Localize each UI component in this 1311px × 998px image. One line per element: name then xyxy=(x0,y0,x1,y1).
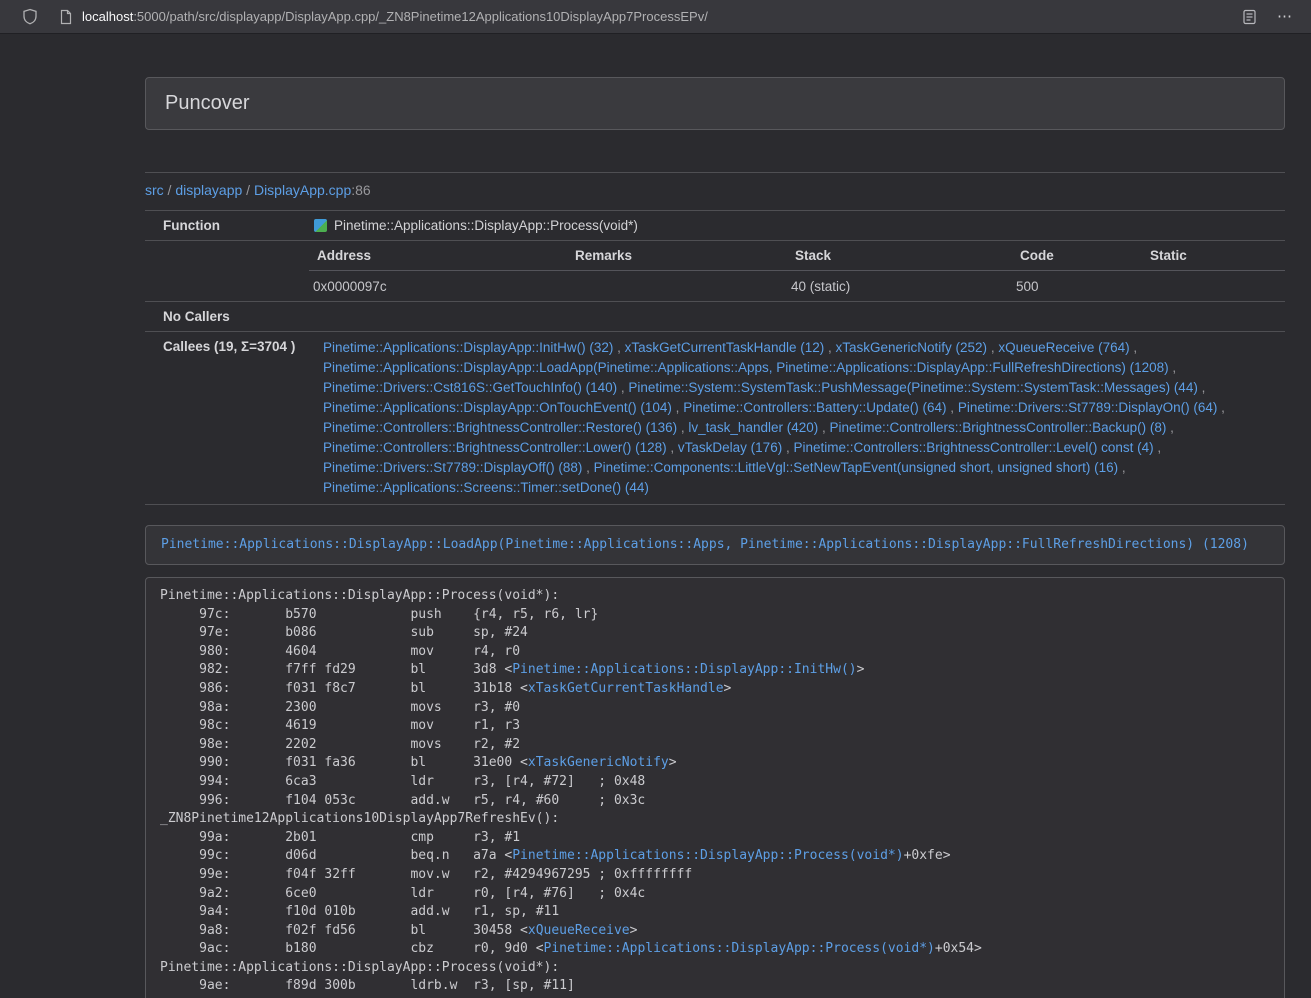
disasm-symbol-link[interactable]: xTaskGenericNotify xyxy=(528,755,669,770)
callee-link[interactable]: Pinetime::Drivers::St7789::DisplayOff() … xyxy=(323,460,582,475)
callees-list: Pinetime::Applications::DisplayApp::Init… xyxy=(323,340,1225,495)
toolbar-right-icons: ⋯ xyxy=(1242,9,1311,25)
disasm-symbol-link[interactable]: xTaskGetCurrentTaskHandle xyxy=(528,681,724,696)
stats-header-code: Code xyxy=(1012,241,1142,271)
stats-value-row: 0x0000097c 40 (static)500 xyxy=(309,271,1285,302)
disasm-symbol-link[interactable]: Pinetime::Applications::DisplayApp::Proc… xyxy=(544,941,935,956)
callees-cell: Pinetime::Applications::DisplayApp::Init… xyxy=(301,332,1285,505)
callee-link[interactable]: Pinetime::Drivers::St7789::DisplayOn() (… xyxy=(958,400,1218,415)
stats-header-row: AddressRemarksStackCodeStatic xyxy=(309,241,1285,271)
no-callers-row: No Callers xyxy=(145,302,1285,332)
highlighted-symbol-panel: Pinetime::Applications::DisplayApp::Load… xyxy=(145,525,1285,565)
url-host: localhost xyxy=(82,9,133,24)
callee-link[interactable]: Pinetime::Controllers::Battery::Update()… xyxy=(683,400,946,415)
disasm-symbol-link[interactable]: Pinetime::Applications::DisplayApp::Proc… xyxy=(512,848,903,863)
callee-link[interactable]: Pinetime::Controllers::BrightnessControl… xyxy=(793,440,1153,455)
symbol-type-icon xyxy=(314,219,327,232)
stats-value: 500 xyxy=(1012,271,1142,302)
stats-header-static: Static xyxy=(1142,241,1285,271)
callee-separator: , xyxy=(613,340,624,355)
breadcrumb-link[interactable]: DisplayApp.cpp xyxy=(254,182,351,198)
stats-header-stack: Stack xyxy=(787,241,1012,271)
breadcrumb: src / displayapp / DisplayApp.cpp:86 xyxy=(145,180,1285,200)
tracking-protection-shield-icon[interactable] xyxy=(22,8,38,25)
callee-separator: , xyxy=(677,420,688,435)
callee-link[interactable]: Pinetime::Controllers::BrightnessControl… xyxy=(830,420,1167,435)
stats-value: 0x0000097c xyxy=(309,271,567,302)
stats-value xyxy=(567,271,787,302)
breadcrumb-separator: / xyxy=(242,182,254,198)
callee-separator: , xyxy=(1198,380,1206,395)
breadcrumb-link[interactable]: displayapp xyxy=(175,182,242,198)
callee-separator: , xyxy=(1169,360,1177,375)
breadcrumb-line-number: :86 xyxy=(351,182,370,198)
no-callers-cell xyxy=(301,302,1285,332)
stats-table: AddressRemarksStackCodeStatic 0x0000097c… xyxy=(309,241,1285,301)
callee-link[interactable]: Pinetime::Components::LittleVgl::SetNewT… xyxy=(594,460,1119,475)
stats-row-spacer xyxy=(145,241,301,302)
callee-link[interactable]: Pinetime::Applications::DisplayApp::Load… xyxy=(323,360,1169,375)
callee-separator: , xyxy=(667,440,678,455)
callee-link[interactable]: Pinetime::Controllers::BrightnessControl… xyxy=(323,440,667,455)
url-bar[interactable]: localhost:5000/path/src/displayapp/Displ… xyxy=(82,9,708,24)
callees-row: Callees (19, Σ=3704 ) Pinetime::Applicat… xyxy=(145,332,1285,505)
callee-separator: , xyxy=(1154,440,1162,455)
function-row: Function Pinetime::Applications::Display… xyxy=(145,211,1285,241)
function-table: Function Pinetime::Applications::Display… xyxy=(145,210,1285,505)
callee-link[interactable]: Pinetime::Controllers::BrightnessControl… xyxy=(323,420,677,435)
breadcrumb-link[interactable]: src xyxy=(145,182,164,198)
disasm-symbol-link[interactable]: xQueueReceive xyxy=(528,923,630,938)
callee-link[interactable]: Pinetime::System::SystemTask::PushMessag… xyxy=(628,380,1197,395)
disassembly-panel: Pinetime::Applications::DisplayApp::Proc… xyxy=(145,577,1285,998)
callee-separator: , xyxy=(617,380,628,395)
disasm-symbol-link[interactable]: Pinetime::Applications::DisplayApp::Init… xyxy=(512,662,856,677)
callee-separator: , xyxy=(1118,460,1126,475)
callee-link[interactable]: vTaskDelay (176) xyxy=(678,440,782,455)
callee-link[interactable]: Pinetime::Applications::DisplayApp::Init… xyxy=(323,340,613,355)
callee-separator: , xyxy=(1130,340,1138,355)
page-title: Puncover xyxy=(165,92,1265,115)
stats-header-remarks: Remarks xyxy=(567,241,787,271)
no-callers-label: No Callers xyxy=(145,302,301,332)
callee-link[interactable]: xQueueReceive (764) xyxy=(998,340,1129,355)
callee-link[interactable]: Pinetime::Applications::Screens::Timer::… xyxy=(323,480,649,495)
stats-row: AddressRemarksStackCodeStatic 0x0000097c… xyxy=(145,241,1285,302)
stats-cell: AddressRemarksStackCodeStatic 0x0000097c… xyxy=(301,241,1285,302)
function-name: Pinetime::Applications::DisplayApp::Proc… xyxy=(334,218,638,233)
callee-separator: , xyxy=(947,400,958,415)
stats-value: 40 (static) xyxy=(787,271,1012,302)
page-title-panel: Puncover xyxy=(145,77,1285,130)
breadcrumb-separator: / xyxy=(164,182,176,198)
divider xyxy=(145,172,1285,173)
callee-link[interactable]: xTaskGetCurrentTaskHandle (12) xyxy=(625,340,825,355)
callee-separator: , xyxy=(672,400,683,415)
menu-icon[interactable]: ⋯ xyxy=(1277,9,1293,24)
page-container: Puncover src / displayapp / DisplayApp.c… xyxy=(145,77,1285,998)
callee-separator: , xyxy=(987,340,998,355)
page-identity-icon[interactable] xyxy=(59,9,73,25)
highlighted-symbol-link[interactable]: Pinetime::Applications::DisplayApp::Load… xyxy=(161,537,1249,552)
stats-header-address: Address xyxy=(309,241,567,271)
browser-toolbar: localhost:5000/path/src/displayapp/Displ… xyxy=(0,0,1311,34)
callee-separator: , xyxy=(1217,400,1225,415)
function-name-cell: Pinetime::Applications::DisplayApp::Proc… xyxy=(301,211,1285,241)
callee-link[interactable]: lv_task_handler (420) xyxy=(688,420,818,435)
callee-link[interactable]: Pinetime::Drivers::Cst816S::GetTouchInfo… xyxy=(323,380,617,395)
callee-separator: , xyxy=(818,420,829,435)
url-path: :5000/path/src/displayapp/DisplayApp.cpp… xyxy=(133,9,708,24)
callees-label: Callees (19, Σ=3704 ) xyxy=(145,332,301,505)
callee-separator: , xyxy=(824,340,835,355)
disassembly-code: Pinetime::Applications::DisplayApp::Proc… xyxy=(160,587,1270,998)
callee-separator: , xyxy=(1166,420,1174,435)
callee-link[interactable]: Pinetime::Applications::DisplayApp::OnTo… xyxy=(323,400,672,415)
callee-separator: , xyxy=(582,460,593,475)
callee-link[interactable]: xTaskGenericNotify (252) xyxy=(836,340,988,355)
reader-view-icon[interactable] xyxy=(1242,9,1257,25)
callee-separator: , xyxy=(782,440,793,455)
stats-value xyxy=(1142,271,1285,302)
function-row-label: Function xyxy=(145,211,301,241)
